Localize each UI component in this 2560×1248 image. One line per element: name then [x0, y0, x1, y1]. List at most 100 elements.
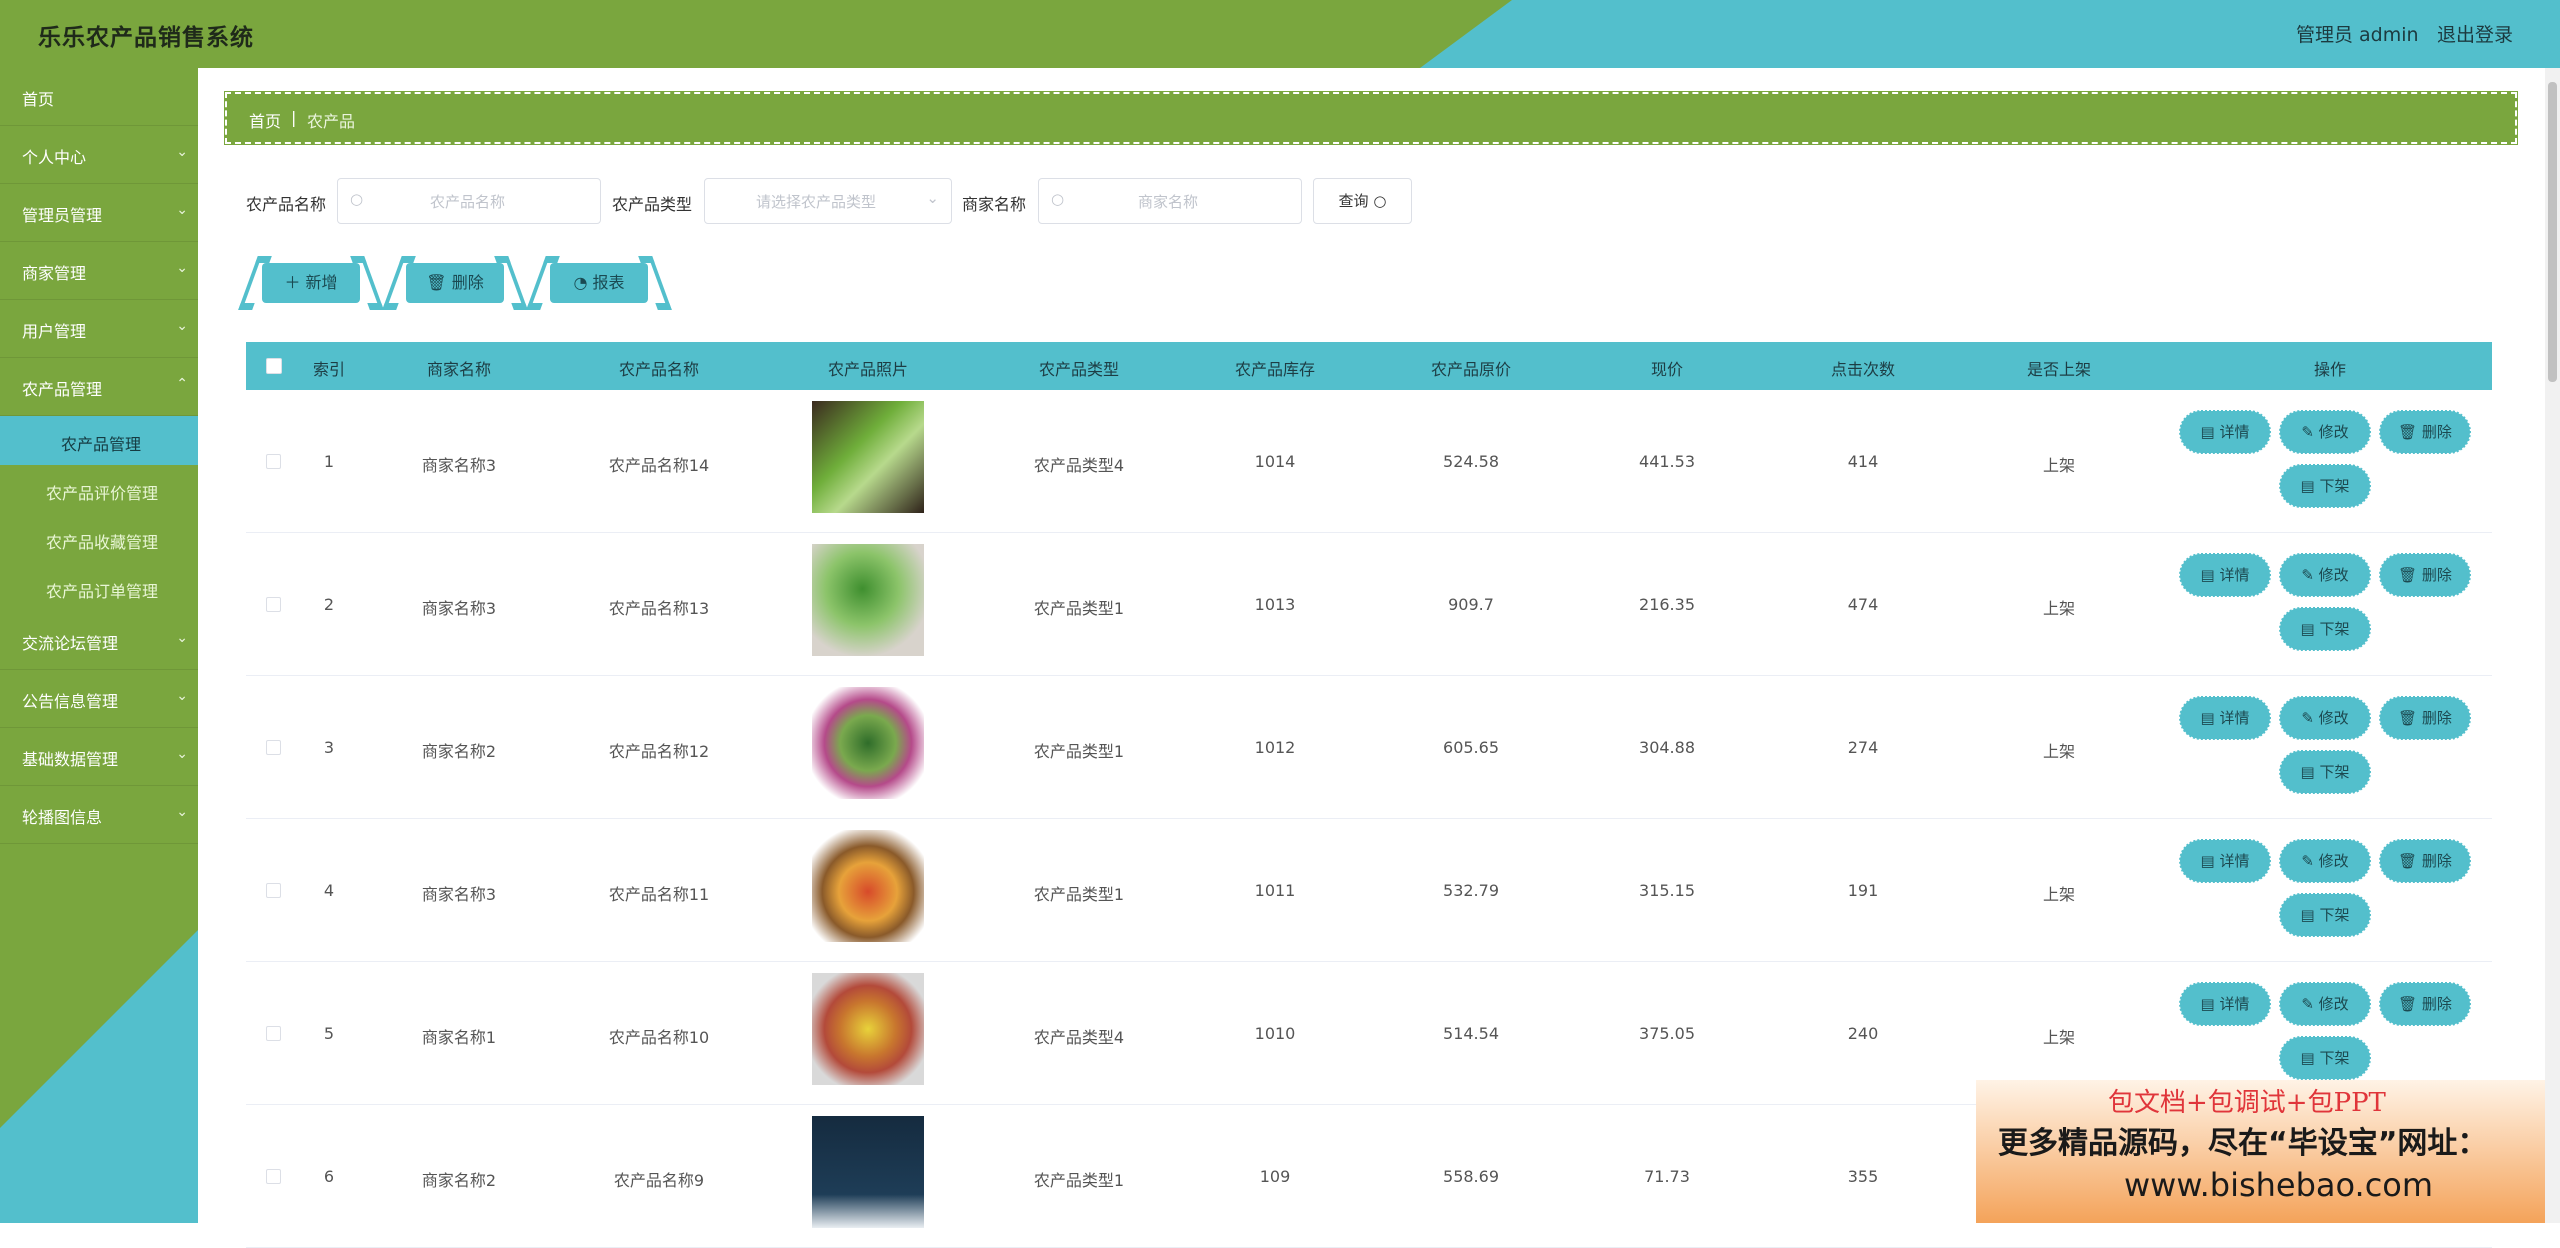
product-photo	[812, 401, 924, 513]
sidebar-subitem-reviews[interactable]: 农产品评价管理	[0, 465, 198, 514]
chevron-down-icon: ⌄	[176, 630, 188, 646]
sidebar-subitem-products[interactable]: 农产品管理	[0, 416, 198, 465]
sidebar-item-admins[interactable]: 管理员管理 ⌄	[0, 184, 198, 242]
cell-price: 375.05	[1639, 1024, 1695, 1043]
sidebar-item-label: 交流论坛管理	[22, 634, 119, 653]
unlist-button[interactable]: ▤ 下架	[2279, 1036, 2371, 1080]
table-row: 3 商家名称2 农产品名称12 农产品类型1 1012 605.65 304.88 274 上架…	[246, 676, 2492, 819]
col-header: 农产品原价	[1430, 360, 1512, 379]
unlist-button[interactable]: ▤ 下架	[2279, 893, 2371, 937]
detail-button-label: 详情	[2219, 709, 2250, 727]
chevron-down-icon: ⌄	[176, 202, 188, 218]
pencil-icon: ✎	[2301, 566, 2319, 584]
row-checkbox[interactable]	[266, 1026, 281, 1041]
breadcrumb-current: 农产品	[307, 112, 356, 131]
sidebar-item-label: 公告信息管理	[22, 692, 119, 711]
report-button[interactable]: ◔ 报表	[550, 263, 648, 303]
delete-button[interactable]: 🗑 删除	[2379, 696, 2471, 740]
edit-button[interactable]: ✎ 修改	[2279, 982, 2371, 1026]
row-checkbox[interactable]	[266, 740, 281, 755]
delete-button[interactable]: 🗑 删除	[2379, 839, 2471, 883]
detail-button[interactable]: ▤ 详情	[2179, 553, 2271, 597]
detail-button[interactable]: ▤ 详情	[2179, 839, 2271, 883]
cell-index: 3	[323, 738, 335, 757]
sidebar-subitem-label: 农产品订单管理	[46, 582, 159, 601]
edit-button-label: 修改	[2318, 423, 2349, 441]
sidebar-subitem-favorites[interactable]: 农产品收藏管理	[0, 514, 198, 563]
delete-button[interactable]: 🗑 删除	[2379, 410, 2471, 454]
type-select[interactable]: 请选择农产品类型 ⌄	[704, 178, 952, 224]
breadcrumb-home[interactable]: 首页	[249, 108, 281, 132]
cell-price: 216.35	[1639, 595, 1695, 614]
edit-button[interactable]: ✎ 修改	[2279, 553, 2371, 597]
sidebar-item-basedata[interactable]: 基础数据管理 ⌄	[0, 728, 198, 786]
batch-delete-button[interactable]: 🗑 删除	[406, 263, 504, 303]
sidebar-item-forum[interactable]: 交流论坛管理 ⌄	[0, 612, 198, 670]
detail-button[interactable]: ▤ 详情	[2179, 696, 2271, 740]
delete-button-label: 删除	[2421, 995, 2452, 1013]
sidebar-item-carousel[interactable]: 轮播图信息 ⌄	[0, 786, 198, 844]
product-photo	[812, 1116, 924, 1228]
cell-price: 315.15	[1639, 881, 1695, 900]
sidebar-item-products[interactable]: 农产品管理 ⌃	[0, 358, 198, 416]
cell-price: 304.88	[1639, 738, 1695, 757]
delete-button[interactable]: 🗑 删除	[2379, 553, 2471, 597]
unlist-button[interactable]: ▤ 下架	[2279, 607, 2371, 651]
cell-orig: 558.69	[1443, 1167, 1499, 1186]
merchant-search-input[interactable]: ○ 商家名称	[1038, 178, 1302, 224]
add-button[interactable]: ＋ 新增	[262, 263, 360, 303]
edit-button[interactable]: ✎ 修改	[2279, 696, 2371, 740]
cell-name: 农产品名称9	[613, 1171, 705, 1190]
row-checkbox[interactable]	[266, 883, 281, 898]
sidebar-item-label: 首页	[22, 90, 55, 109]
sidebar-item-label: 管理员管理	[22, 206, 103, 225]
unlist-button[interactable]: ▤ 下架	[2279, 750, 2371, 794]
sidebar-subitem-orders[interactable]: 农产品订单管理	[0, 563, 198, 612]
search-icon: ○	[350, 190, 364, 208]
delete-button[interactable]: 🗑 删除	[2379, 982, 2471, 1026]
col-header: 现价	[1650, 360, 1684, 379]
edit-button[interactable]: ✎ 修改	[2279, 410, 2371, 454]
sidebar-item-merchants[interactable]: 商家管理 ⌄	[0, 242, 198, 300]
scrollbar-thumb[interactable]	[2548, 82, 2557, 382]
sidebar-item-users[interactable]: 用户管理 ⌄	[0, 300, 198, 358]
unlist-button-label: 下架	[2319, 477, 2350, 495]
detail-button-label: 详情	[2219, 566, 2250, 584]
cell-merchant: 商家名称2	[421, 1171, 497, 1190]
sidebar-item-notices[interactable]: 公告信息管理 ⌄	[0, 670, 198, 728]
chevron-down-icon: ⌄	[176, 746, 188, 762]
name-search-input[interactable]: ○ 农产品名称	[337, 178, 601, 224]
sidebar-item-profile[interactable]: 个人中心 ⌄	[0, 126, 198, 184]
delete-button-label: 删除	[2421, 423, 2452, 441]
cell-orig: 524.58	[1443, 452, 1499, 471]
pie-chart-icon: ◔	[573, 273, 588, 292]
pencil-icon: ✎	[2301, 995, 2319, 1013]
delete-button-label: 删除	[2421, 566, 2452, 584]
sidebar-item-label: 用户管理	[22, 322, 87, 341]
detail-button[interactable]: ▤ 详情	[2179, 410, 2271, 454]
logout-link[interactable]: 退出登录	[2437, 20, 2513, 47]
select-all-checkbox[interactable]	[266, 358, 282, 374]
row-checkbox[interactable]	[266, 454, 281, 469]
sidebar-item-label: 农产品管理	[22, 380, 103, 399]
top-header: 乐乐农产品销售系统 管理员 admin 退出登录	[0, 0, 2560, 68]
row-checkbox[interactable]	[266, 597, 281, 612]
unlist-button[interactable]: ▤ 下架	[2279, 464, 2371, 508]
detail-button[interactable]: ▤ 详情	[2179, 982, 2271, 1026]
delete-button-label: 删除	[2421, 709, 2452, 727]
pencil-icon: ✎	[2301, 709, 2319, 727]
row-checkbox[interactable]	[266, 1169, 281, 1184]
edit-button[interactable]: ✎ 修改	[2279, 839, 2371, 883]
cell-clicks: 191	[1847, 881, 1879, 900]
document-icon: ▤	[2300, 620, 2320, 638]
sidebar-item-home[interactable]: 首页	[0, 68, 198, 126]
type-select-label: 农产品类型	[612, 195, 693, 214]
pencil-icon: ✎	[2301, 423, 2319, 441]
query-button[interactable]: 查询 ○	[1313, 178, 1412, 224]
sidebar-subitem-label: 农产品评价管理	[46, 484, 159, 503]
admin-label: 管理员 admin	[2296, 24, 2419, 46]
cell-type: 农产品类型1	[1033, 885, 1125, 904]
page-scrollbar[interactable]	[2545, 68, 2560, 1223]
cell-name: 农产品名称11	[608, 885, 710, 904]
col-header: 操作	[2313, 360, 2347, 379]
